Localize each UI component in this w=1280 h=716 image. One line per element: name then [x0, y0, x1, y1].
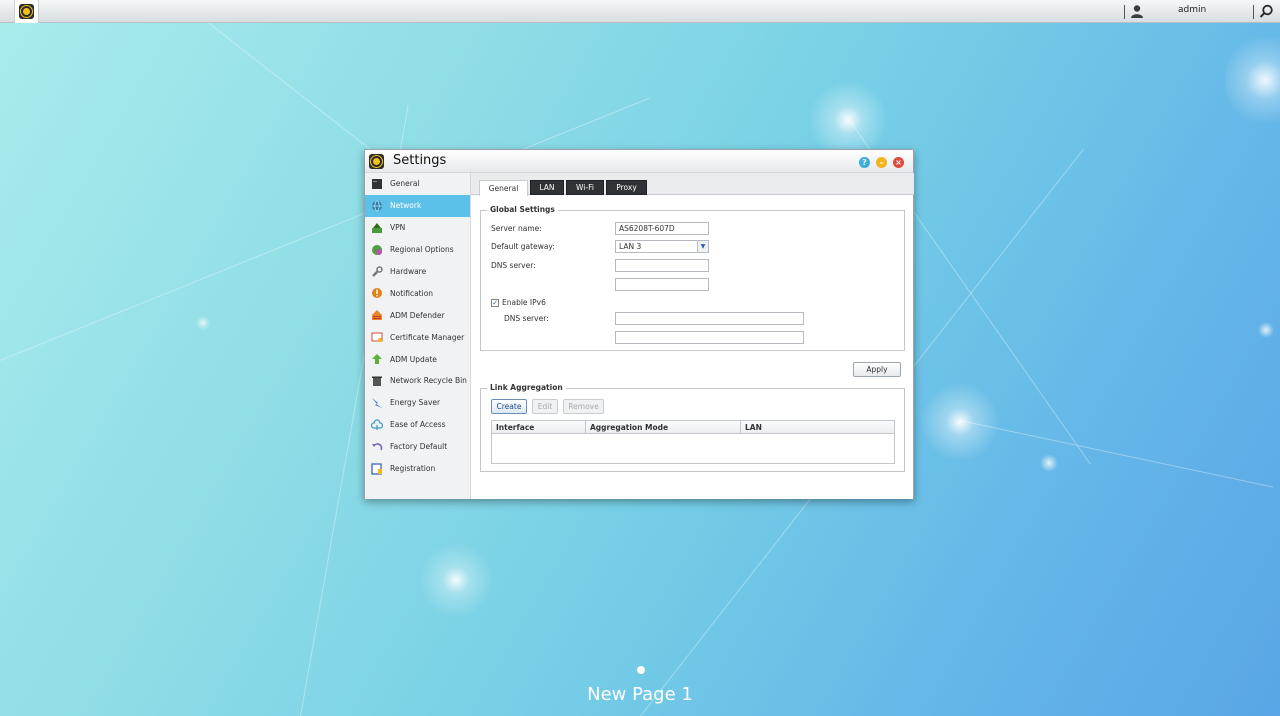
desktop-page-label: New Page 1 — [587, 684, 693, 705]
sidebar-item-label: ADM Defender — [390, 310, 445, 320]
sidebar-item-general[interactable]: General — [365, 173, 470, 195]
edit-button[interactable]: Edit — [532, 399, 558, 414]
adm-logo-icon — [19, 4, 34, 19]
sidebar-item-network[interactable]: Network — [365, 194, 470, 217]
chevron-down-icon[interactable]: ▼ — [697, 241, 708, 252]
dns-server-input-2[interactable] — [615, 278, 709, 291]
search-icon[interactable] — [1259, 4, 1274, 19]
trash-icon — [371, 375, 383, 387]
column-aggregation-mode[interactable]: Aggregation Mode — [586, 421, 741, 434]
main-menu-button[interactable] — [14, 0, 39, 23]
certificate-icon — [371, 331, 383, 343]
sidebar-item-label: Energy Saver — [390, 398, 441, 408]
default-gateway-label: Default gateway: — [491, 242, 555, 251]
table-header: Interface Aggregation Mode LAN — [492, 421, 894, 434]
sidebar-item-label: General — [390, 179, 420, 189]
server-icon — [371, 178, 383, 190]
default-gateway-value: LAN 3 — [619, 242, 642, 251]
sidebar-item-network-recycle-bin[interactable]: Network Recycle Bin — [365, 370, 470, 392]
apply-button[interactable]: Apply — [853, 362, 901, 377]
sidebar-item-energy-saver[interactable]: Energy Saver — [365, 392, 470, 414]
page-indicator-dot[interactable] — [637, 666, 645, 674]
default-gateway-select[interactable]: LAN 3 ▼ — [615, 240, 709, 253]
group-legend: Link Aggregation — [487, 383, 566, 392]
sidebar-item-vpn[interactable]: VPN — [365, 217, 470, 239]
registration-icon — [371, 462, 383, 475]
reset-icon — [371, 441, 383, 453]
dns-server-label: DNS server: — [491, 261, 536, 270]
wrench-icon — [371, 265, 383, 278]
sidebar-item-factory-default[interactable]: Factory Default — [365, 436, 470, 458]
settings-app-icon — [369, 154, 384, 169]
sidebar-item-label: Hardware — [390, 267, 427, 276]
global-settings-group: Global Settings Server name: AS6208T-607… — [480, 205, 905, 351]
sidebar-item-notification[interactable]: Notification — [365, 282, 470, 304]
dns-server-input-1[interactable] — [615, 259, 709, 272]
tab-lan[interactable]: LAN — [530, 180, 564, 195]
tab-bar: General LAN Wi-Fi Proxy — [471, 173, 914, 196]
column-lan[interactable]: LAN — [741, 421, 896, 434]
regional-icon — [371, 244, 383, 256]
remove-button[interactable]: Remove — [563, 399, 604, 414]
globe-icon — [371, 200, 383, 212]
sidebar-item-regional-options[interactable]: Regional Options — [365, 239, 470, 261]
sidebar-item-hardware[interactable]: Hardware — [365, 261, 470, 283]
sidebar-item-label: Network — [390, 201, 422, 211]
top-taskbar: admin — [0, 0, 1280, 23]
sidebar-item-label: Network Recycle Bin — [390, 376, 467, 386]
sidebar-item-label: Notification — [390, 288, 434, 298]
server-name-input[interactable]: AS6208T-607D — [615, 222, 709, 235]
sidebar-item-label: Registration — [390, 464, 436, 474]
window-titlebar[interactable]: Settings ? – × — [365, 150, 913, 173]
divider — [1124, 5, 1125, 19]
link-aggregation-group: Link Aggregation Create Edit Remove Inte… — [480, 383, 905, 472]
sidebar-item-adm-defender[interactable]: ADM Defender — [365, 304, 470, 326]
firewall-icon — [371, 309, 383, 321]
ipv6-dns-server-input-1[interactable] — [615, 312, 804, 325]
alert-icon — [371, 287, 383, 299]
ipv6-dns-server-label: DNS server: — [504, 314, 549, 323]
settings-content: General LAN Wi-Fi Proxy Global Settings … — [471, 173, 914, 499]
sidebar-item-label: VPN — [390, 223, 406, 233]
sidebar-item-ease-of-access[interactable]: Ease of Access — [365, 414, 470, 436]
energy-icon — [371, 397, 383, 409]
sidebar-item-label: Certificate Manager — [390, 332, 465, 342]
help-icon[interactable]: ? — [859, 157, 870, 168]
group-legend: Global Settings — [487, 205, 558, 214]
ipv6-dns-server-input-2[interactable] — [615, 331, 804, 344]
sidebar-item-label: Factory Default — [390, 442, 448, 452]
sidebar-item-adm-update[interactable]: ADM Update — [365, 348, 470, 370]
enable-ipv6-label: Enable IPv6 — [502, 298, 546, 307]
tab-wifi[interactable]: Wi-Fi — [566, 180, 604, 195]
settings-sidebar: General Network VPN Regional Options Har… — [365, 173, 471, 499]
window-title: Settings — [393, 153, 447, 168]
cloud-icon — [371, 419, 383, 431]
user-name[interactable]: admin — [1178, 5, 1206, 15]
tab-general[interactable]: General — [479, 180, 528, 196]
settings-window: Settings ? – × General Network VPN Regio… — [364, 149, 914, 499]
tab-proxy[interactable]: Proxy — [606, 180, 647, 195]
update-arrow-icon — [371, 353, 383, 365]
vpn-icon — [371, 222, 383, 234]
server-name-label: Server name: — [491, 224, 542, 233]
sidebar-item-certificate-manager[interactable]: Certificate Manager — [365, 326, 470, 348]
link-aggregation-table: Interface Aggregation Mode LAN — [491, 420, 895, 464]
column-interface[interactable]: Interface — [492, 421, 586, 434]
enable-ipv6-checkbox[interactable]: ✓ — [491, 299, 499, 307]
sidebar-item-label: ADM Update — [390, 354, 437, 364]
sidebar-item-label: Regional Options — [390, 245, 454, 255]
sidebar-item-registration[interactable]: Registration — [365, 458, 470, 480]
create-button[interactable]: Create — [491, 399, 527, 414]
minimize-icon[interactable]: – — [876, 157, 887, 168]
close-icon[interactable]: × — [893, 157, 904, 168]
divider — [1253, 5, 1254, 19]
user-icon[interactable] — [1130, 4, 1144, 18]
sidebar-item-label: Ease of Access — [390, 420, 446, 430]
